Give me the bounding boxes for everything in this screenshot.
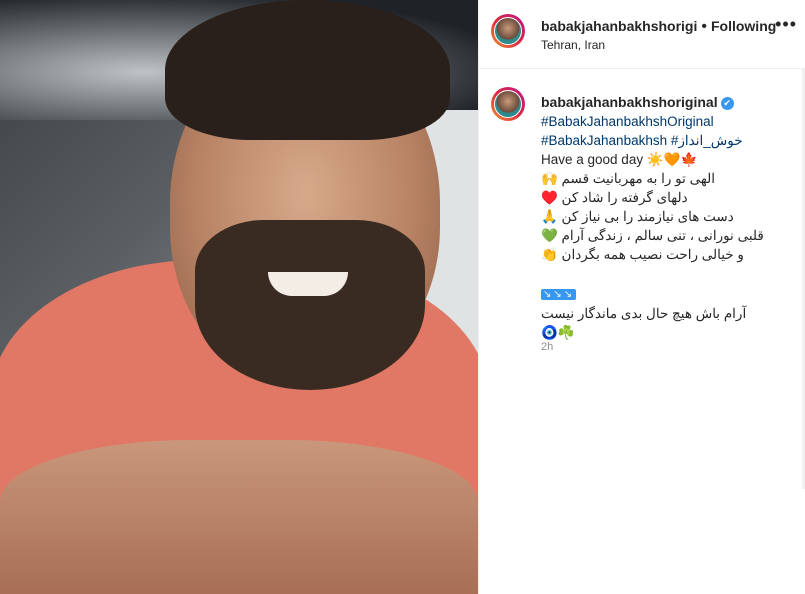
divider <box>478 0 479 594</box>
location-link[interactable]: Tehran, Iran <box>541 38 605 52</box>
caption-line: دست های نیازمند را بی نیاز کن 🙏 <box>541 209 734 224</box>
caption-text: babakjahanbakhshoriginal ✔ #BabakJahanbak… <box>541 93 797 342</box>
hashtag-link[interactable]: #خوش_انداز <box>671 133 743 148</box>
caption-line: آرام باش هیچ حال بدی ماندگار نیست <box>541 306 747 321</box>
post-header: babakjahanbakhshorigi • Following Tehran, … <box>479 0 805 69</box>
post-photo[interactable] <box>0 0 478 594</box>
dot-separator: • <box>701 18 707 35</box>
caption-line: الهی تو را به مهربانیت قسم 🙌 <box>541 171 715 186</box>
caption-avatar[interactable] <box>491 87 525 121</box>
caption-line: 🧿☘️ <box>541 325 575 340</box>
caption-line: Have a good day ☀️🧡🍁 <box>541 152 698 167</box>
arrows-emoji: ↘↘↘ <box>541 289 577 300</box>
following-button[interactable]: Following <box>711 18 776 34</box>
avatar[interactable] <box>491 14 525 48</box>
caption-line: و خیالی راحت نصیب همه بگردان 👏 <box>541 247 744 262</box>
caption-line: دلهای گرفته را شاد کن ♥️ <box>541 190 688 205</box>
verified-badge-icon: ✔ <box>720 96 734 110</box>
header-username[interactable]: babakjahanbakhshorigi <box>541 18 697 34</box>
more-options-icon[interactable]: ••• <box>775 14 797 35</box>
caption-username[interactable]: babakjahanbakhshoriginal <box>541 94 718 110</box>
caption-line: قلبی نورانی ، تنی سالم ، زندگی آرام 💚 <box>541 228 764 243</box>
hashtag-link[interactable]: #BabakJahanbakhshOriginal <box>541 114 714 129</box>
hashtag-link[interactable]: #BabakJahanbakhsh <box>541 133 667 148</box>
post-timestamp[interactable]: 2h <box>541 341 553 353</box>
